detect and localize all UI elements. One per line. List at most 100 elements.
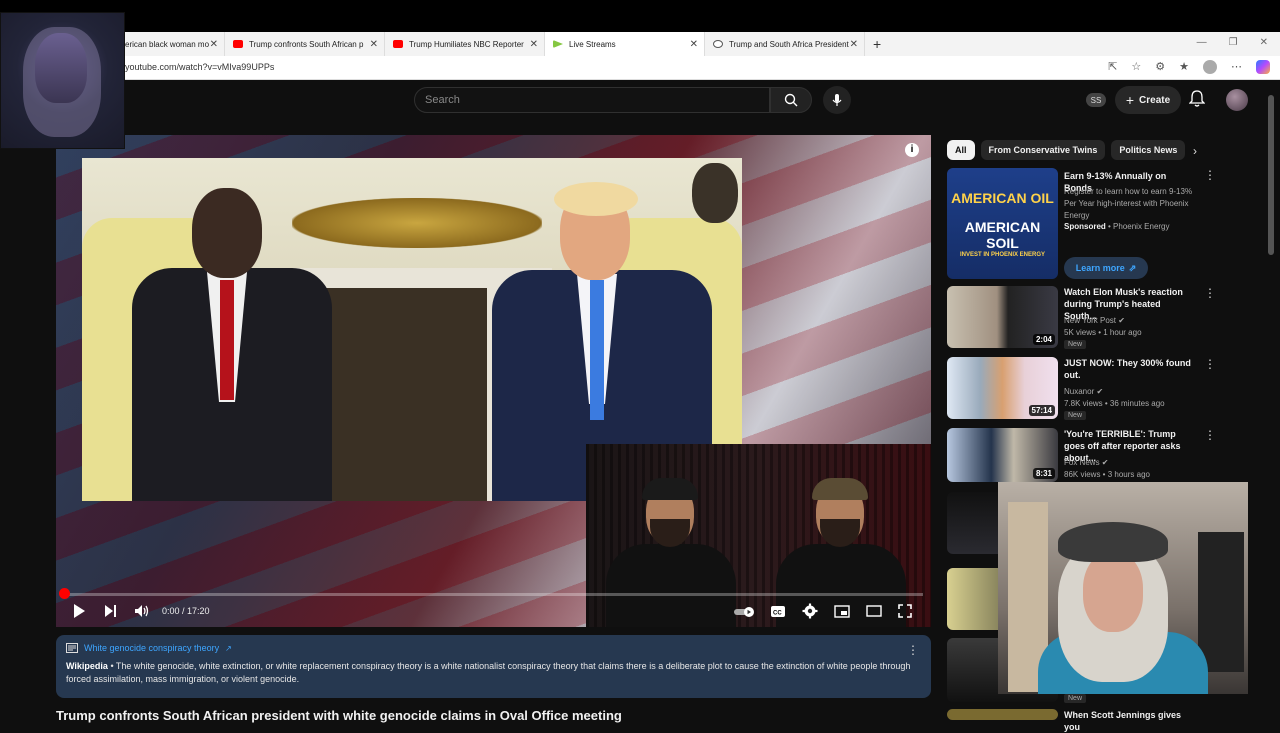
chip-conservative-twins[interactable]: From Conservative Twins (980, 140, 1106, 160)
learn-more-button[interactable]: Learn more ⇗ (1064, 257, 1148, 279)
tab-close-icon[interactable]: ✕ (850, 39, 858, 50)
channel-name: Nuxanor (1064, 387, 1095, 396)
hair (554, 182, 638, 216)
new-tab-icon[interactable]: + (865, 36, 889, 52)
info-icon[interactable]: i (905, 143, 919, 157)
create-button[interactable]: + Create (1115, 86, 1181, 114)
miniplayer-icon (834, 605, 850, 618)
tab-close-icon[interactable]: ✕ (370, 39, 378, 50)
video-thumbnail[interactable]: 57:14 (947, 357, 1058, 419)
progress-bar[interactable] (64, 593, 923, 596)
sponsored-ad[interactable]: AMERICAN OIL AMERICAN SOIL INVEST IN PHO… (947, 168, 1227, 280)
volume-button[interactable] (134, 604, 150, 618)
chevron-right-icon[interactable]: › (1193, 144, 1197, 158)
minimize-icon[interactable]: — (1197, 37, 1207, 48)
recommended-video[interactable]: 2:04 Watch Elon Musk's reaction during T… (947, 286, 1227, 350)
ad-thumb-line3: INVEST IN PHOENIX ENERGY (959, 252, 1046, 258)
settings-button[interactable] (802, 603, 818, 619)
play-icon (74, 604, 85, 618)
skip-next-icon (105, 605, 116, 617)
tab-label: Trump Humiliates NBC Reporter (409, 39, 524, 49)
time-display: 0:00 / 17:20 (162, 606, 210, 616)
video-thumbnail[interactable] (947, 709, 1058, 720)
profile-avatar-icon[interactable] (1203, 60, 1217, 74)
more-options-icon[interactable]: ⋮ (907, 643, 919, 657)
rec-title[interactable]: JUST NOW: They 300% found out. (1064, 357, 1194, 381)
close-window-icon[interactable]: ✕ (1260, 37, 1268, 48)
video-title: Trump confronts South African president … (56, 708, 622, 723)
favorite-star-icon[interactable]: ☆ (1131, 60, 1141, 74)
more-menu-icon[interactable]: ⋯ (1231, 60, 1242, 74)
extensions-icon[interactable]: ⚙ (1155, 60, 1165, 74)
video-thumbnail[interactable]: 8:31 (947, 428, 1058, 482)
rec-title[interactable]: When Scott Jennings gives you (1064, 709, 1194, 733)
more-options-icon[interactable]: ⋮ (1204, 428, 1216, 442)
rec-channel[interactable]: Fox News ✔ (1064, 458, 1109, 467)
autoplay-toggle[interactable] (733, 606, 757, 618)
address-bar-actions: ⇱ ☆ ⚙ ★ ⋯ (1108, 60, 1270, 74)
rec-channel[interactable]: New York Post ✔ (1064, 316, 1125, 325)
tab-close-icon[interactable]: ✕ (690, 39, 698, 50)
youtube-icon (393, 40, 403, 48)
browser-tab[interactable]: Trump Humiliates NBC Reporter ✕ (385, 32, 545, 56)
page-scrollbar[interactable] (1268, 95, 1274, 255)
next-button[interactable] (104, 604, 117, 618)
streamer-webcam-overlay (0, 12, 125, 149)
subtitles-button[interactable]: CC (770, 605, 786, 618)
search-input[interactable]: Search (414, 87, 770, 113)
video-player[interactable]: i 0:00 / 17:20 CC (56, 135, 931, 627)
ad-thumbnail[interactable]: AMERICAN OIL AMERICAN SOIL INVEST IN PHO… (947, 168, 1058, 279)
chip-all[interactable]: All (947, 140, 975, 160)
window-controls: — ❐ ✕ (1197, 37, 1268, 48)
favorites-icon[interactable]: ★ (1179, 60, 1189, 74)
volume-icon (135, 605, 149, 617)
wiki-body-text: • The white genocide, white extinction, … (66, 661, 911, 684)
rec-meta: 5K views • 1 hour ago (1064, 328, 1142, 337)
recommended-video-partial[interactable]: When Scott Jennings gives you (947, 709, 1227, 732)
play-button[interactable] (72, 603, 86, 619)
ss-badge[interactable]: SS (1086, 93, 1106, 107)
search-placeholder: Search (425, 94, 460, 106)
wiki-summary: Wikipedia • The white genocide, white ex… (66, 660, 921, 686)
duration-badge: 2:04 (1032, 334, 1055, 345)
url-field[interactable]: youtube.com/watch?v=vMIva99UPPs (125, 62, 274, 72)
chip-politics-news[interactable]: Politics News (1111, 140, 1186, 160)
wiki-link[interactable]: White genocide conspiracy theory ↗ (66, 643, 921, 653)
voice-search-button[interactable] (823, 86, 851, 114)
theater-mode-button[interactable] (866, 605, 882, 617)
browser-tab[interactable]: Trump confronts South African p ✕ (225, 32, 385, 56)
browser-tab-active[interactable]: Live Streams ✕ (545, 32, 705, 56)
video-thumbnail[interactable]: 2:04 (947, 286, 1058, 348)
browser-tab[interactable]: Trump and South Africa President ✕ (705, 32, 865, 56)
ad-thumb-line2: AMERICAN SOIL (964, 219, 1041, 251)
wiki-title: White genocide conspiracy theory (84, 643, 220, 653)
address-bar: youtube.com/watch?v=vMIva99UPPs ⇱ ☆ ⚙ ★ … (0, 56, 1280, 80)
fullscreen-icon (898, 604, 912, 618)
cap (642, 478, 698, 500)
hat (1058, 522, 1168, 562)
face (35, 33, 87, 103)
more-options-icon[interactable]: ⋮ (1204, 168, 1216, 182)
search-icon (784, 93, 798, 107)
article-icon (66, 643, 78, 653)
sponsored-label: Sponsored (1064, 222, 1106, 231)
user-avatar[interactable] (1226, 89, 1248, 111)
copilot-icon[interactable] (1256, 60, 1270, 74)
tab-label: erican black woman mo (125, 39, 210, 49)
restore-icon[interactable]: ❐ (1229, 37, 1238, 48)
new-badge: New (1064, 340, 1087, 349)
svg-text:CC: CC (773, 611, 782, 617)
tab-close-icon[interactable]: ✕ (210, 39, 218, 50)
verified-icon: ✔ (1118, 316, 1125, 325)
ad-sponsor-line: Sponsored • Phoenix Energy (1064, 222, 1170, 231)
tab-close-icon[interactable]: ✕ (530, 39, 538, 50)
open-in-app-icon[interactable]: ⇱ (1108, 60, 1117, 74)
more-options-icon[interactable]: ⋮ (1204, 357, 1216, 371)
more-options-icon[interactable]: ⋮ (1204, 286, 1216, 300)
rec-channel[interactable]: Nuxanor ✔ (1064, 387, 1103, 396)
fullscreen-button[interactable] (898, 604, 912, 618)
notifications-button[interactable] (1188, 90, 1206, 113)
search-button[interactable] (770, 87, 812, 113)
miniplayer-button[interactable] (834, 605, 850, 618)
recommended-video[interactable]: 57:14 JUST NOW: They 300% found out. Nux… (947, 357, 1227, 421)
